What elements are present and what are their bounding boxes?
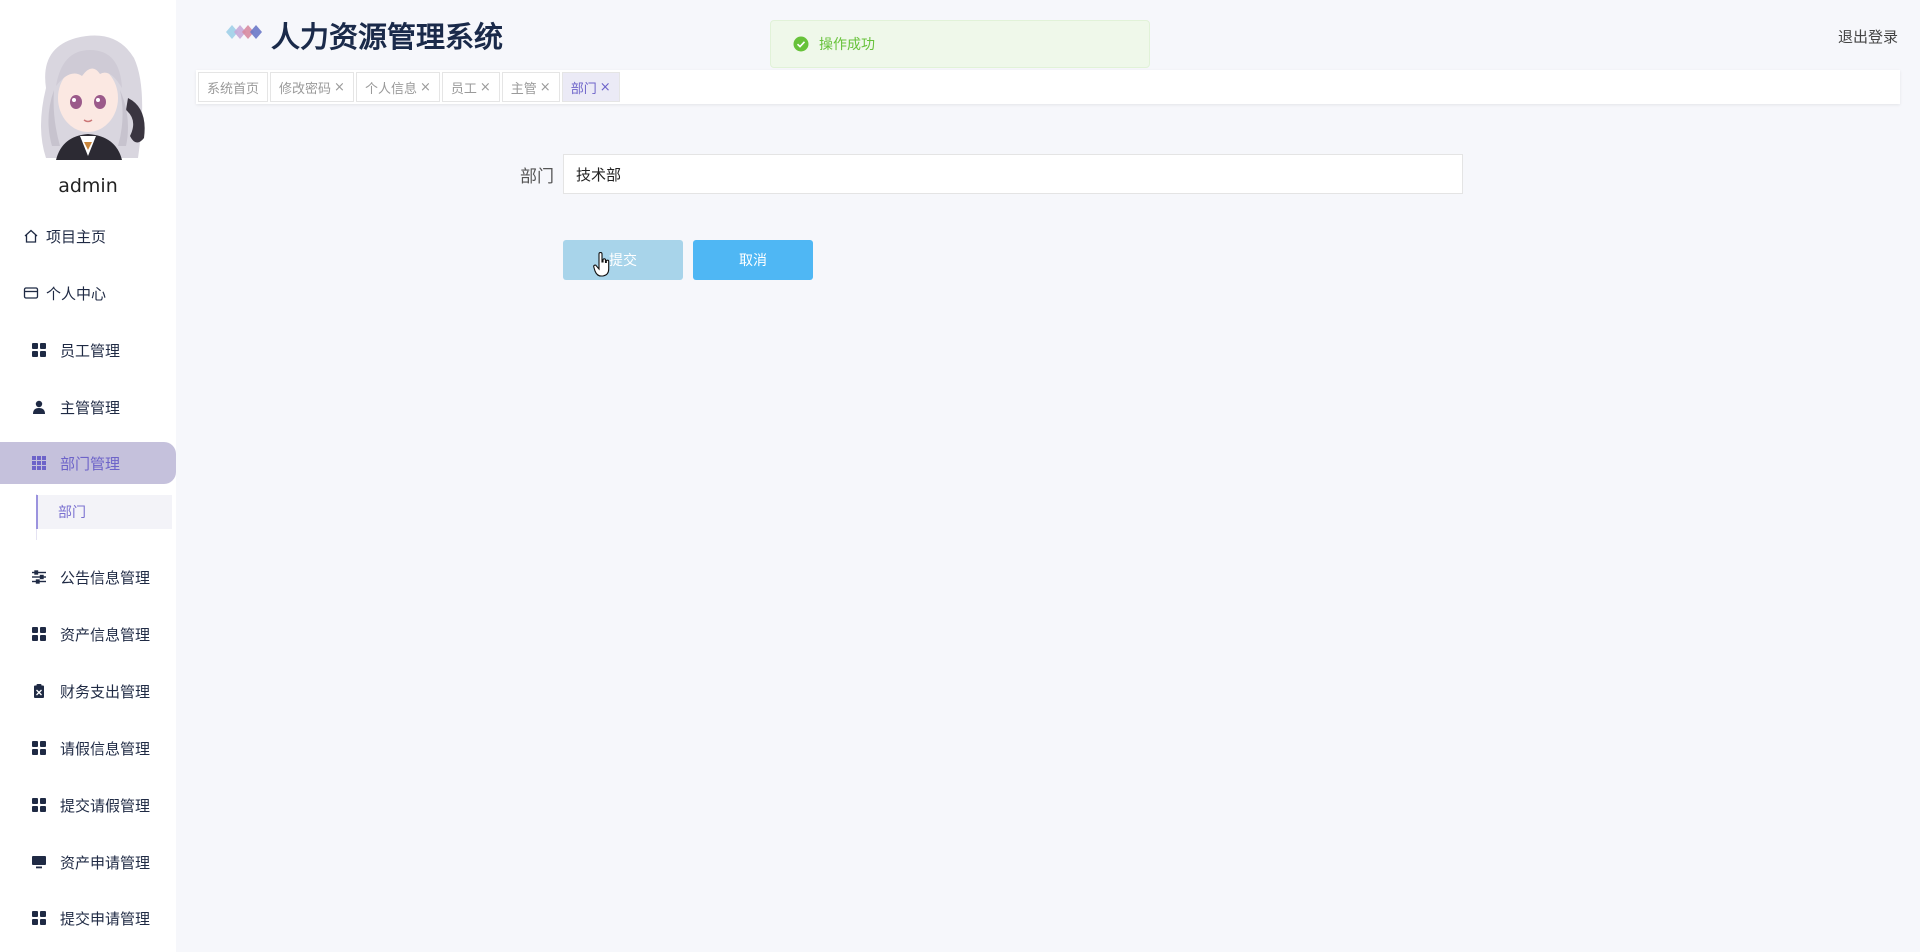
sidebar-item-label: 公告信息管理 <box>60 568 151 587</box>
sidebar-item-submit-apply[interactable]: 提交申请管理 <box>0 897 176 939</box>
sidebar-item-notice[interactable]: 公告信息管理 <box>0 556 176 598</box>
sidebar-item-personal-center[interactable]: 个人中心 <box>0 272 176 314</box>
submenu-item-department[interactable]: 部门 <box>36 495 172 529</box>
sidebar-item-label: 财务支出管理 <box>60 682 151 701</box>
sidebar-item-asset-info[interactable]: 资产信息管理 <box>0 613 176 655</box>
tab-label: 员工 <box>450 81 477 97</box>
grid-icon <box>30 625 48 643</box>
tab-label: 系统首页 <box>207 81 260 97</box>
card-icon <box>22 284 40 302</box>
tab-label: 修改密码 <box>279 81 332 97</box>
tab-employee[interactable]: 员工 × <box>441 72 500 102</box>
sidebar-item-label: 项目主页 <box>46 227 107 246</box>
clipboard-icon <box>30 682 48 700</box>
close-icon[interactable]: × <box>540 80 551 95</box>
sidebar-item-label: 员工管理 <box>60 341 121 360</box>
sidebar-item-label: 部门管理 <box>60 454 121 473</box>
grid-icon <box>30 796 48 814</box>
close-icon[interactable]: × <box>600 80 611 95</box>
check-circle-icon <box>793 36 809 52</box>
grid-icon <box>30 341 48 359</box>
sidebar-item-leave-info[interactable]: 请假信息管理 <box>0 727 176 769</box>
sidebar-item-employee[interactable]: 员工管理 <box>0 329 176 371</box>
cancel-button[interactable]: 取消 <box>693 240 813 280</box>
tab-label: 个人信息 <box>364 81 417 97</box>
tab-personal-info[interactable]: 个人信息 × <box>355 72 440 102</box>
tabs-bar: 系统首页 修改密码 × 个人信息 × 员工 × 主管 × 部门 × <box>196 70 1900 104</box>
department-input[interactable] <box>563 154 1463 194</box>
sliders-icon <box>30 568 48 586</box>
tab-label: 部门 <box>570 81 597 97</box>
home-icon <box>22 227 40 245</box>
tab-supervisor[interactable]: 主管 × <box>501 72 560 102</box>
submit-button[interactable]: 提交 <box>563 240 683 280</box>
sidebar-item-department[interactable]: 部门管理 <box>0 442 176 484</box>
department-label: 部门 <box>520 167 554 187</box>
avatar[interactable] <box>26 28 154 160</box>
logo-icon <box>226 25 262 39</box>
sidebar-item-label: 主管管理 <box>60 398 121 417</box>
user-icon <box>30 398 48 416</box>
toast-message: 操作成功 <box>819 37 875 53</box>
monitor-icon <box>30 853 48 871</box>
sidebar-item-finance[interactable]: 财务支出管理 <box>0 670 176 712</box>
grid9-icon <box>30 454 48 472</box>
sidebar-item-label: 个人中心 <box>46 284 107 303</box>
sidebar-item-home[interactable]: 项目主页 <box>0 215 176 257</box>
avatar-image <box>26 28 154 160</box>
tab-label: 主管 <box>510 81 537 97</box>
username: admin <box>58 175 118 197</box>
hand-cursor-icon <box>593 252 610 277</box>
sidebar-item-label: 资产信息管理 <box>60 625 151 644</box>
logout-link[interactable]: 退出登录 <box>1838 26 1898 47</box>
grid-icon <box>30 909 48 927</box>
sidebar-item-submit-leave[interactable]: 提交请假管理 <box>0 784 176 826</box>
close-icon[interactable]: × <box>420 80 431 95</box>
sidebar-item-label: 提交申请管理 <box>60 909 151 928</box>
sidebar-item-supervisor[interactable]: 主管管理 <box>0 386 176 428</box>
close-icon[interactable]: × <box>334 80 345 95</box>
sidebar-item-label: 提交请假管理 <box>60 796 151 815</box>
sidebar-item-label: 请假信息管理 <box>60 739 151 758</box>
tab-home[interactable]: 系统首页 <box>198 72 269 102</box>
tab-change-password[interactable]: 修改密码 × <box>270 72 354 102</box>
app-title: 人力资源管理系统 <box>271 20 504 54</box>
submenu-item-label: 部门 <box>58 505 86 521</box>
tab-department[interactable]: 部门 × <box>561 72 620 102</box>
sidebar-item-asset-apply[interactable]: 资产申请管理 <box>0 841 176 883</box>
close-icon[interactable]: × <box>480 80 491 95</box>
success-toast: 操作成功 <box>770 20 1150 68</box>
sidebar-item-label: 资产申请管理 <box>60 853 151 872</box>
sidebar: admin 项目主页 个人中心 员工管理 主管管理 部门管理 部门 公告信息管理… <box>0 0 176 952</box>
grid-icon <box>30 739 48 757</box>
